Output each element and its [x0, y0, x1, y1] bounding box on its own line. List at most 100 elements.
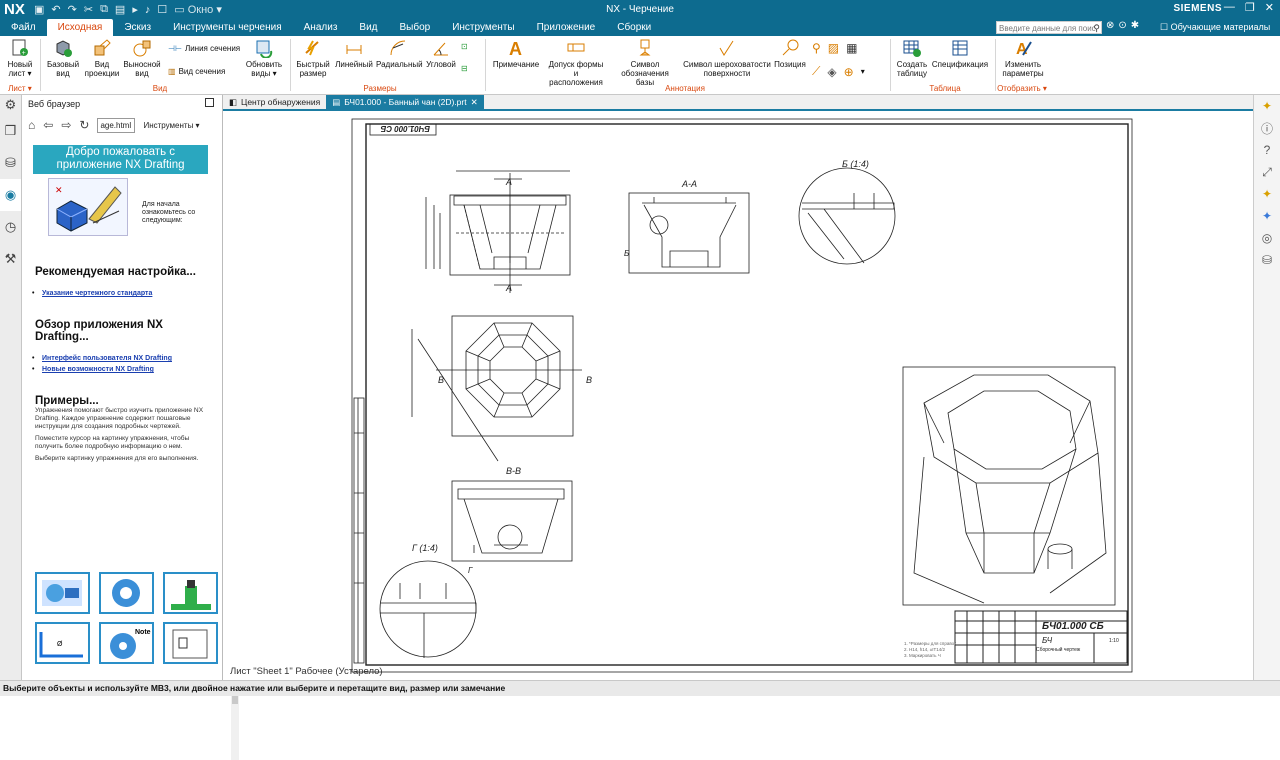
layers-icon[interactable]: ✦ [1254, 205, 1280, 227]
menu-item-4[interactable]: Анализ [293, 19, 349, 36]
menu-item-5[interactable]: Вид [348, 19, 388, 36]
angular-dimension-button[interactable]: Угловой [422, 38, 460, 69]
exercise-thumbnail[interactable]: Ø [35, 622, 90, 664]
role-icon[interactable]: ✦ [1254, 95, 1280, 117]
microphone-icon[interactable]: ♪ [145, 4, 151, 16]
parts-list-button[interactable]: Спецификация [930, 38, 990, 69]
detail-view-button[interactable]: Выносной вид [122, 38, 162, 78]
linear-dimension-button[interactable]: Линейный [334, 38, 374, 69]
projected-view-button[interactable]: Вид проекции [82, 38, 122, 78]
close-tab-icon[interactable]: ✕ [471, 95, 478, 109]
palette-icon[interactable]: ✦ [1254, 183, 1280, 205]
settings-icon[interactable]: ✱ [1131, 20, 1139, 31]
section-view-button[interactable]: ▥ Вид сечения [168, 67, 225, 76]
datum-symbol-button[interactable]: Символ обозначения базы [612, 38, 678, 87]
edit-settings-button[interactable]: A Изменить параметры [998, 38, 1048, 78]
examples-heading: Примеры... [35, 395, 99, 407]
image-icon[interactable]: ▦ [846, 41, 857, 55]
new-sheet-button[interactable]: + Новый лист ▾ [4, 38, 36, 78]
home-icon[interactable]: ⌂ [28, 118, 35, 132]
restore-icon[interactable]: ❐ [1245, 1, 1255, 14]
tools-menu[interactable]: Инструменты ▾ [143, 121, 199, 130]
command-search-input[interactable]: Введите данные для поис ⚲ [996, 21, 1102, 34]
question-icon[interactable]: ? [1254, 139, 1280, 161]
assembly-navigator-icon[interactable]: ⛁ [0, 147, 21, 179]
section-line-button[interactable]: ⊣⊢ Линия сечения [168, 44, 240, 53]
title-bar: NX ▣ ↶ ↷ ✂ ⧉ ▤ ▸ ♪ ☐ ▭ Окно ▾ NX - Черче… [0, 0, 1280, 19]
exercise-thumbnail[interactable] [35, 572, 90, 614]
help-icon[interactable]: ⊗ [1106, 20, 1114, 31]
exercise-thumbnail[interactable] [99, 572, 154, 614]
menu-item-9[interactable]: Сборки [606, 19, 662, 36]
menu-item-8[interactable]: Приложение [526, 19, 607, 36]
edit-settings-icon: A [1016, 41, 1032, 58]
exercise-thumbnail[interactable] [163, 622, 218, 664]
label-section-aa: А-А [681, 179, 697, 189]
ui-link[interactable]: Интерфейс пользователя NX Drafting [32, 355, 209, 362]
paste-icon[interactable]: ▤ [115, 3, 125, 16]
tab-drawing[interactable]: ▤ БЧ01.000 - Банный чан (2D).prt ✕ [326, 95, 484, 109]
dimension-extra-icon[interactable]: ⊡ [461, 42, 468, 51]
tab-discovery-center[interactable]: ◧ Центр обнаружения [223, 95, 326, 109]
balloon-button[interactable]: Позиция [772, 38, 808, 69]
redo-icon[interactable]: ↷ [68, 3, 77, 16]
balloon-icon [782, 39, 799, 56]
target-point-icon[interactable]: ⊕ [844, 65, 854, 79]
part-navigator-icon[interactable]: ❒ [0, 115, 21, 147]
materials-icon[interactable]: ⛁ [1254, 249, 1280, 271]
base-view-icon [56, 40, 72, 57]
repeat-icon[interactable]: ▸ [132, 3, 138, 16]
url-field[interactable]: age.html [97, 117, 136, 133]
hatch-icon[interactable]: ▨ [828, 41, 839, 55]
status-bar: Выберите объекты и используйте МВ3, или … [0, 680, 1280, 696]
menu-item-2[interactable]: Эскиз [113, 19, 162, 36]
graphics-window[interactable]: БЧ01.000 СБ А А А-А Б (1:4) Б В В В-В Г … [224, 113, 1253, 680]
menu-item-0[interactable]: Файл [0, 19, 47, 36]
fit-icon[interactable]: ⤢ [1254, 161, 1280, 183]
feature-control-frame-icon [567, 43, 585, 52]
save-icon[interactable]: ▣ [34, 3, 44, 16]
base-view-button[interactable]: Базовый вид [44, 38, 82, 78]
web-browser-icon[interactable]: ◉ [0, 179, 21, 211]
create-table-button[interactable]: Создать таблицу [894, 38, 930, 78]
undo-icon[interactable]: ↶ [51, 3, 60, 16]
more-dropdown-icon[interactable]: ▾ [861, 67, 865, 76]
menu-item-6[interactable]: Выбор [389, 19, 442, 36]
back-icon[interactable]: ⇦ [43, 118, 53, 132]
touch-mode-icon[interactable]: ☐ [157, 3, 167, 16]
datum-symbol-icon [639, 39, 651, 56]
fcf-button[interactable]: Допуск формы и расположения [546, 38, 606, 87]
copy-icon[interactable]: ⧉ [100, 3, 108, 16]
menu-item-7[interactable]: Инструменты [441, 19, 525, 36]
new-features-link[interactable]: Новые возможности NX Drafting [32, 366, 209, 373]
fill-icon[interactable]: ◈ [827, 65, 836, 79]
weld-symbol-icon[interactable]: ⟋ [812, 64, 820, 79]
menu-item-1[interactable]: Исходная [46, 19, 114, 36]
refresh-icon[interactable]: ↻ [79, 118, 89, 132]
maximize-icon[interactable] [205, 98, 214, 107]
zoom-annotation-icon[interactable]: ⚲ [812, 41, 821, 55]
window-menu[interactable]: ▭ Окно ▾ [174, 3, 222, 16]
note-button[interactable]: A Примечание [490, 38, 542, 69]
exercise-thumbnail[interactable]: Note [99, 622, 154, 664]
update-views-button[interactable]: Обновить виды ▾ [244, 38, 284, 78]
surface-finish-button[interactable]: Символ шероховатости поверхности [682, 38, 772, 78]
settings-gear-icon[interactable]: ⚙ [0, 95, 21, 115]
tools-icon[interactable]: ⚒ [0, 243, 21, 275]
minimize-icon[interactable]: — [1224, 1, 1235, 14]
help-circle-icon[interactable]: ⓘ [1254, 117, 1280, 139]
exercise-thumbnail[interactable] [163, 572, 218, 614]
learning-link[interactable]: ☐ Обучающие материалы [1160, 22, 1270, 33]
forward-icon[interactable]: ⇨ [61, 118, 71, 132]
history-icon[interactable]: ◷ [0, 211, 21, 243]
menu-item-3[interactable]: Инструменты черчения [162, 19, 293, 36]
cut-icon[interactable]: ✂ [84, 3, 93, 16]
quick-dimension-button[interactable]: Быстрый размер [294, 38, 332, 78]
info-icon[interactable]: ⊙ [1118, 20, 1126, 31]
visibility-icon[interactable]: ◎ [1254, 227, 1280, 249]
close-icon[interactable]: ✕ [1265, 1, 1274, 14]
radial-dimension-button[interactable]: Радиальный [376, 38, 423, 69]
label-section-a-top: А [505, 177, 512, 187]
dimension-extra-icon-2[interactable]: ⊟ [461, 64, 468, 73]
standard-link[interactable]: Указание чертежного стандарта [32, 290, 209, 297]
